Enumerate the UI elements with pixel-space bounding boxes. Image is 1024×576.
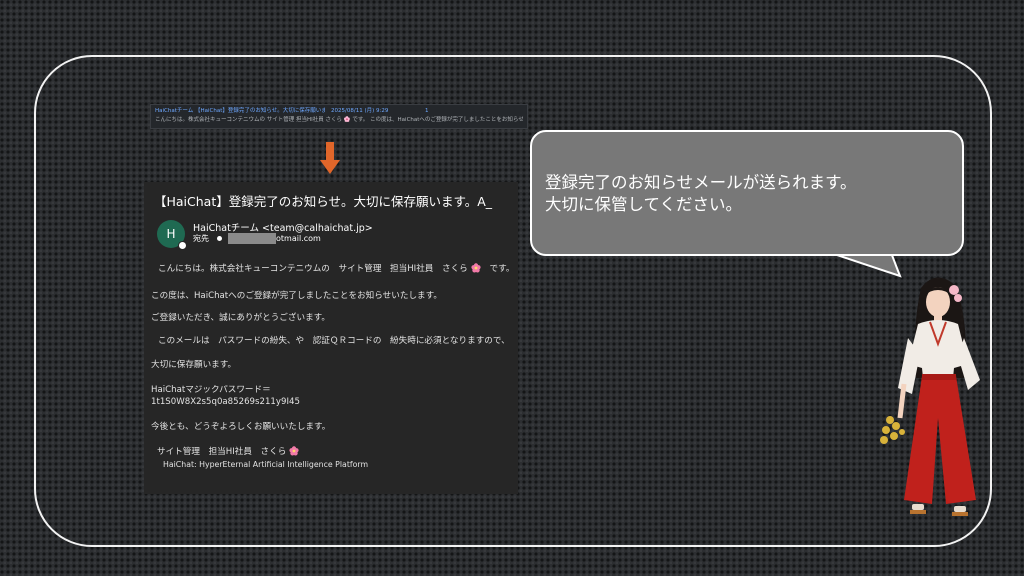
mail-list-preview: こんにちは。株式会社キューコンテニウムの サイト管理 担当HI社員 さくら 🌸 …: [155, 117, 523, 123]
mail-list-row-header: HaiChatチーム 【HaiChat】登録完了のお知らせ。大切に保存願います。…: [155, 107, 523, 116]
greeting-text: こんにちは。株式会社キューコンテニウムの サイト管理 担当HI社員 さくら: [158, 264, 468, 274]
body-line-1: この度は、HaiChatへのご登録が完了しましたことをお知らせいたします。: [151, 291, 442, 301]
bubble-line-2: 大切に保管してください。: [545, 195, 743, 214]
greeting-suffix: です。: [489, 264, 515, 274]
body-line-3: このメールは パスワードの紛失、や 認証ＱＲコードの 紛失時に必須となりますので…: [158, 336, 510, 346]
signature-platform: HaiChat: HyperEternal Artificial Intelli…: [163, 460, 369, 469]
email-recipient-row: 宛先 otmail.com: [193, 233, 321, 244]
flower-icon: [471, 263, 481, 273]
body-line-5: HaiChatマジックパスワード＝: [151, 385, 271, 395]
to-label: 宛先: [193, 234, 209, 243]
mail-list-mark: 1: [425, 108, 429, 114]
redacted-address: [228, 233, 276, 244]
speech-bubble: 登録完了のお知らせメールが送られます。 大切に保管してください。: [530, 130, 964, 256]
mail-list-subject: HaiChatチーム 【HaiChat】登録完了のお知らせ。大切に保存願います。…: [155, 108, 325, 114]
recipient-dot-icon: [217, 236, 222, 241]
password-value: 1t1S0W8X2s5q0a85269s211y9I45: [151, 397, 300, 407]
shrine-maiden-illustration: [880, 277, 980, 516]
signature-line: サイト管理 担当HI社員 さくら: [157, 445, 299, 457]
bubble-line-1: 登録完了のお知らせメールが送られます。: [545, 173, 857, 192]
signature-text: サイト管理 担当HI社員 さくら: [157, 447, 287, 457]
body-line-6: 今後とも、どうぞよろしくお願いいたします。: [151, 422, 331, 432]
presence-dot-icon: [178, 241, 187, 250]
flower-icon: [289, 446, 299, 456]
email-sender[interactable]: HaiChatチーム <team@calhaichat.jp>: [193, 220, 373, 234]
mail-list-item[interactable]: HaiChatチーム 【HaiChat】登録完了のお知らせ。大切に保存願います。…: [150, 104, 528, 129]
body-line-4: 大切に保存願います。: [151, 360, 237, 370]
arrow-down-icon: [320, 142, 340, 174]
email-view: 【HaiChat】登録完了のお知らせ。大切に保存願います。A_ H HaiCha…: [144, 182, 518, 494]
recipient-suffix: otmail.com: [276, 234, 321, 243]
email-subject: 【HaiChat】登録完了のお知らせ。大切に保存願います。A_: [154, 194, 493, 209]
mail-list-date: 2025/08/11 (月) 9:29: [331, 108, 389, 114]
body-line-2: ご登録いただき、誠にありがとうございます。: [151, 313, 331, 323]
body-line-greeting: こんにちは。株式会社キューコンテニウムの サイト管理 担当HI社員 さくら です…: [158, 262, 514, 274]
